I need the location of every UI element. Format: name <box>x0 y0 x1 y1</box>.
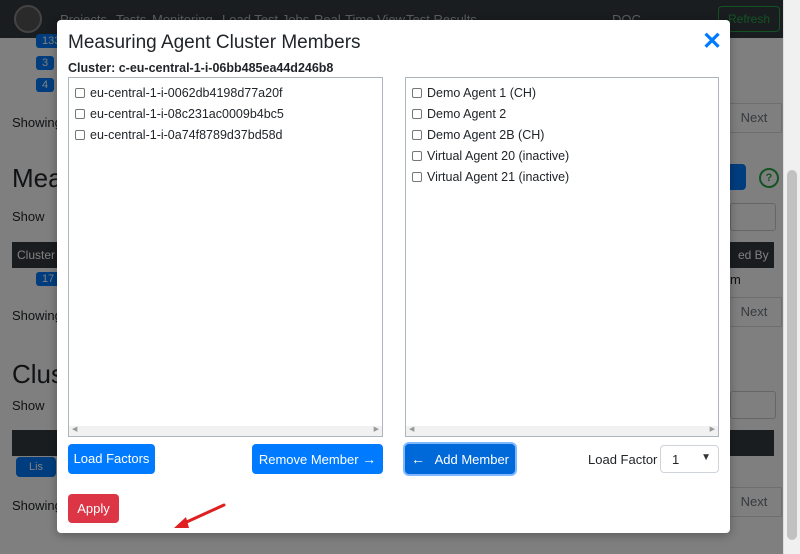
checkbox[interactable] <box>412 88 422 98</box>
scroll-left-icon[interactable]: ◀ <box>409 425 414 433</box>
checkbox[interactable] <box>75 88 85 98</box>
agent-label: Demo Agent 1 (CH) <box>427 86 537 100</box>
list-item[interactable]: Virtual Agent 20 (inactive) <box>412 149 569 163</box>
agent-label: Virtual Agent 21 (inactive) <box>427 170 570 184</box>
arrow-left-icon: ← <box>410 451 425 467</box>
scroll-right-icon[interactable]: ▶ <box>710 425 715 433</box>
scrollbar-thumb[interactable] <box>787 170 797 540</box>
cluster-label: Cluster: c-eu-central-1-i-06bb485ea44d24… <box>68 61 334 75</box>
checkbox[interactable] <box>75 130 85 140</box>
modal-title: Measuring Agent Cluster Members <box>68 32 361 53</box>
remove-member-label: Remove Member <box>258 452 359 467</box>
available-agents-list[interactable]: Demo Agent 1 (CH) Demo Agent 2 Demo Agen… <box>405 77 719 437</box>
checkbox[interactable] <box>412 151 422 161</box>
add-member-button[interactable]: ← Add Member <box>405 444 515 474</box>
load-factor-label: Load Factor <box>588 452 658 467</box>
checkbox[interactable] <box>75 109 85 119</box>
close-icon[interactable]: ✕ <box>702 30 722 54</box>
remove-member-button[interactable]: Remove Member → <box>252 444 383 474</box>
page-scrollbar[interactable] <box>783 0 800 554</box>
member-label: eu-central-1-i-0062db4198d77a20f <box>90 86 283 100</box>
horizontal-scrollbar[interactable]: ◀ ▶ <box>69 426 382 436</box>
scroll-left-icon[interactable]: ◀ <box>72 425 77 433</box>
list-item[interactable]: Demo Agent 2B (CH) <box>412 128 544 142</box>
load-factor-value: 1 <box>672 452 680 467</box>
horizontal-scrollbar[interactable]: ◀ ▶ <box>406 426 718 436</box>
annotation-arrow-icon <box>174 503 226 528</box>
agent-label: Virtual Agent 20 (inactive) <box>427 149 570 163</box>
chevron-down-icon: ▼ <box>701 452 711 463</box>
list-item[interactable]: Demo Agent 1 (CH) <box>412 86 536 100</box>
list-item[interactable]: Demo Agent 2 <box>412 107 506 121</box>
load-factor-select[interactable]: 1 ▼ <box>660 445 719 473</box>
list-item[interactable]: Virtual Agent 21 (inactive) <box>412 170 569 184</box>
load-factors-button[interactable]: Load Factors <box>68 444 155 474</box>
member-label: eu-central-1-i-0a74f8789d37bd58d <box>90 128 283 142</box>
agent-label: Demo Agent 2B (CH) <box>427 128 545 142</box>
cluster-members-modal: Measuring Agent Cluster Members ✕ Cluste… <box>57 20 730 533</box>
checkbox[interactable] <box>412 172 422 182</box>
list-item[interactable]: eu-central-1-i-08c231ac0009b4bc5 <box>75 107 284 121</box>
agent-label: Demo Agent 2 <box>427 107 507 121</box>
scroll-right-icon[interactable]: ▶ <box>374 425 379 433</box>
checkbox[interactable] <box>412 130 422 140</box>
list-item[interactable]: eu-central-1-i-0a74f8789d37bd58d <box>75 128 283 142</box>
arrow-right-icon: → <box>362 451 377 467</box>
current-members-list[interactable]: eu-central-1-i-0062db4198d77a20f eu-cent… <box>68 77 383 437</box>
apply-button[interactable]: Apply <box>68 494 119 523</box>
member-label: eu-central-1-i-08c231ac0009b4bc5 <box>90 107 284 121</box>
list-item[interactable]: eu-central-1-i-0062db4198d77a20f <box>75 86 283 100</box>
checkbox[interactable] <box>412 109 422 119</box>
add-member-label: Add Member <box>434 452 510 467</box>
